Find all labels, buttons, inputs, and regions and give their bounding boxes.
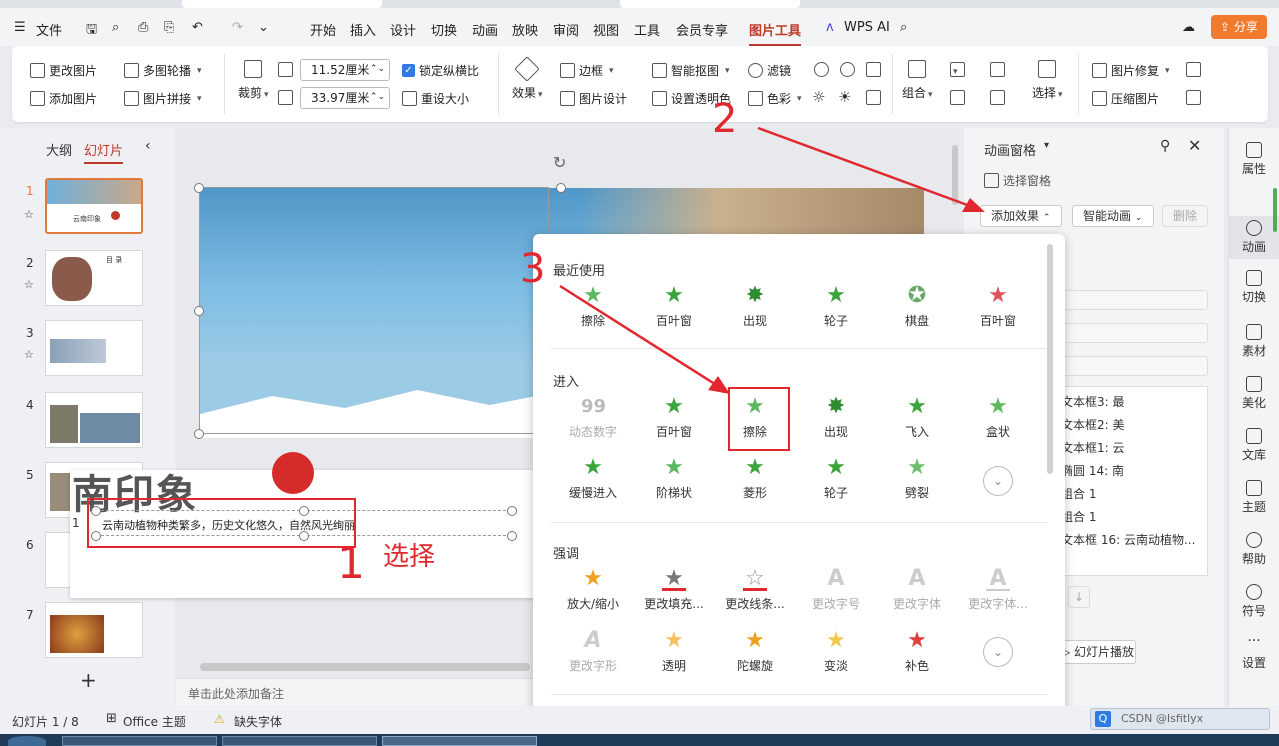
input-method-toolbar[interactable]: Q CSDN @Isfitlyx [1090,708,1270,730]
slide-info: 幻灯片 1 / 8 [12,715,79,729]
warning-icon: ⚠ [214,712,225,726]
taskbar-app[interactable] [222,736,377,746]
office-theme[interactable]: Office 主题 [123,713,186,730]
annotation-arrow-2 [757,126,971,208]
ime-search-icon: Q [1095,711,1111,727]
annotation-arrow-3 [559,284,719,388]
annotation-number-3: 3 [520,246,546,292]
watermark: CSDN @Isfitlyx [1121,712,1204,725]
os-taskbar [0,734,1279,746]
annotation-arrows [559,126,985,394]
status-bar: 幻灯片 1 / 8 ⊞ Office 主题 ⚠ 缺失字体 Q CSDN @Isf… [0,706,1279,734]
taskbar-app[interactable] [62,736,217,746]
taskbar-app[interactable] [382,736,537,746]
arrowhead [708,376,730,394]
start-button-icon[interactable] [8,736,46,746]
theme-icon: ⊞ [106,711,117,726]
annotation-number-2: 2 [712,96,738,142]
missing-font[interactable]: 缺失字体 [234,713,282,730]
